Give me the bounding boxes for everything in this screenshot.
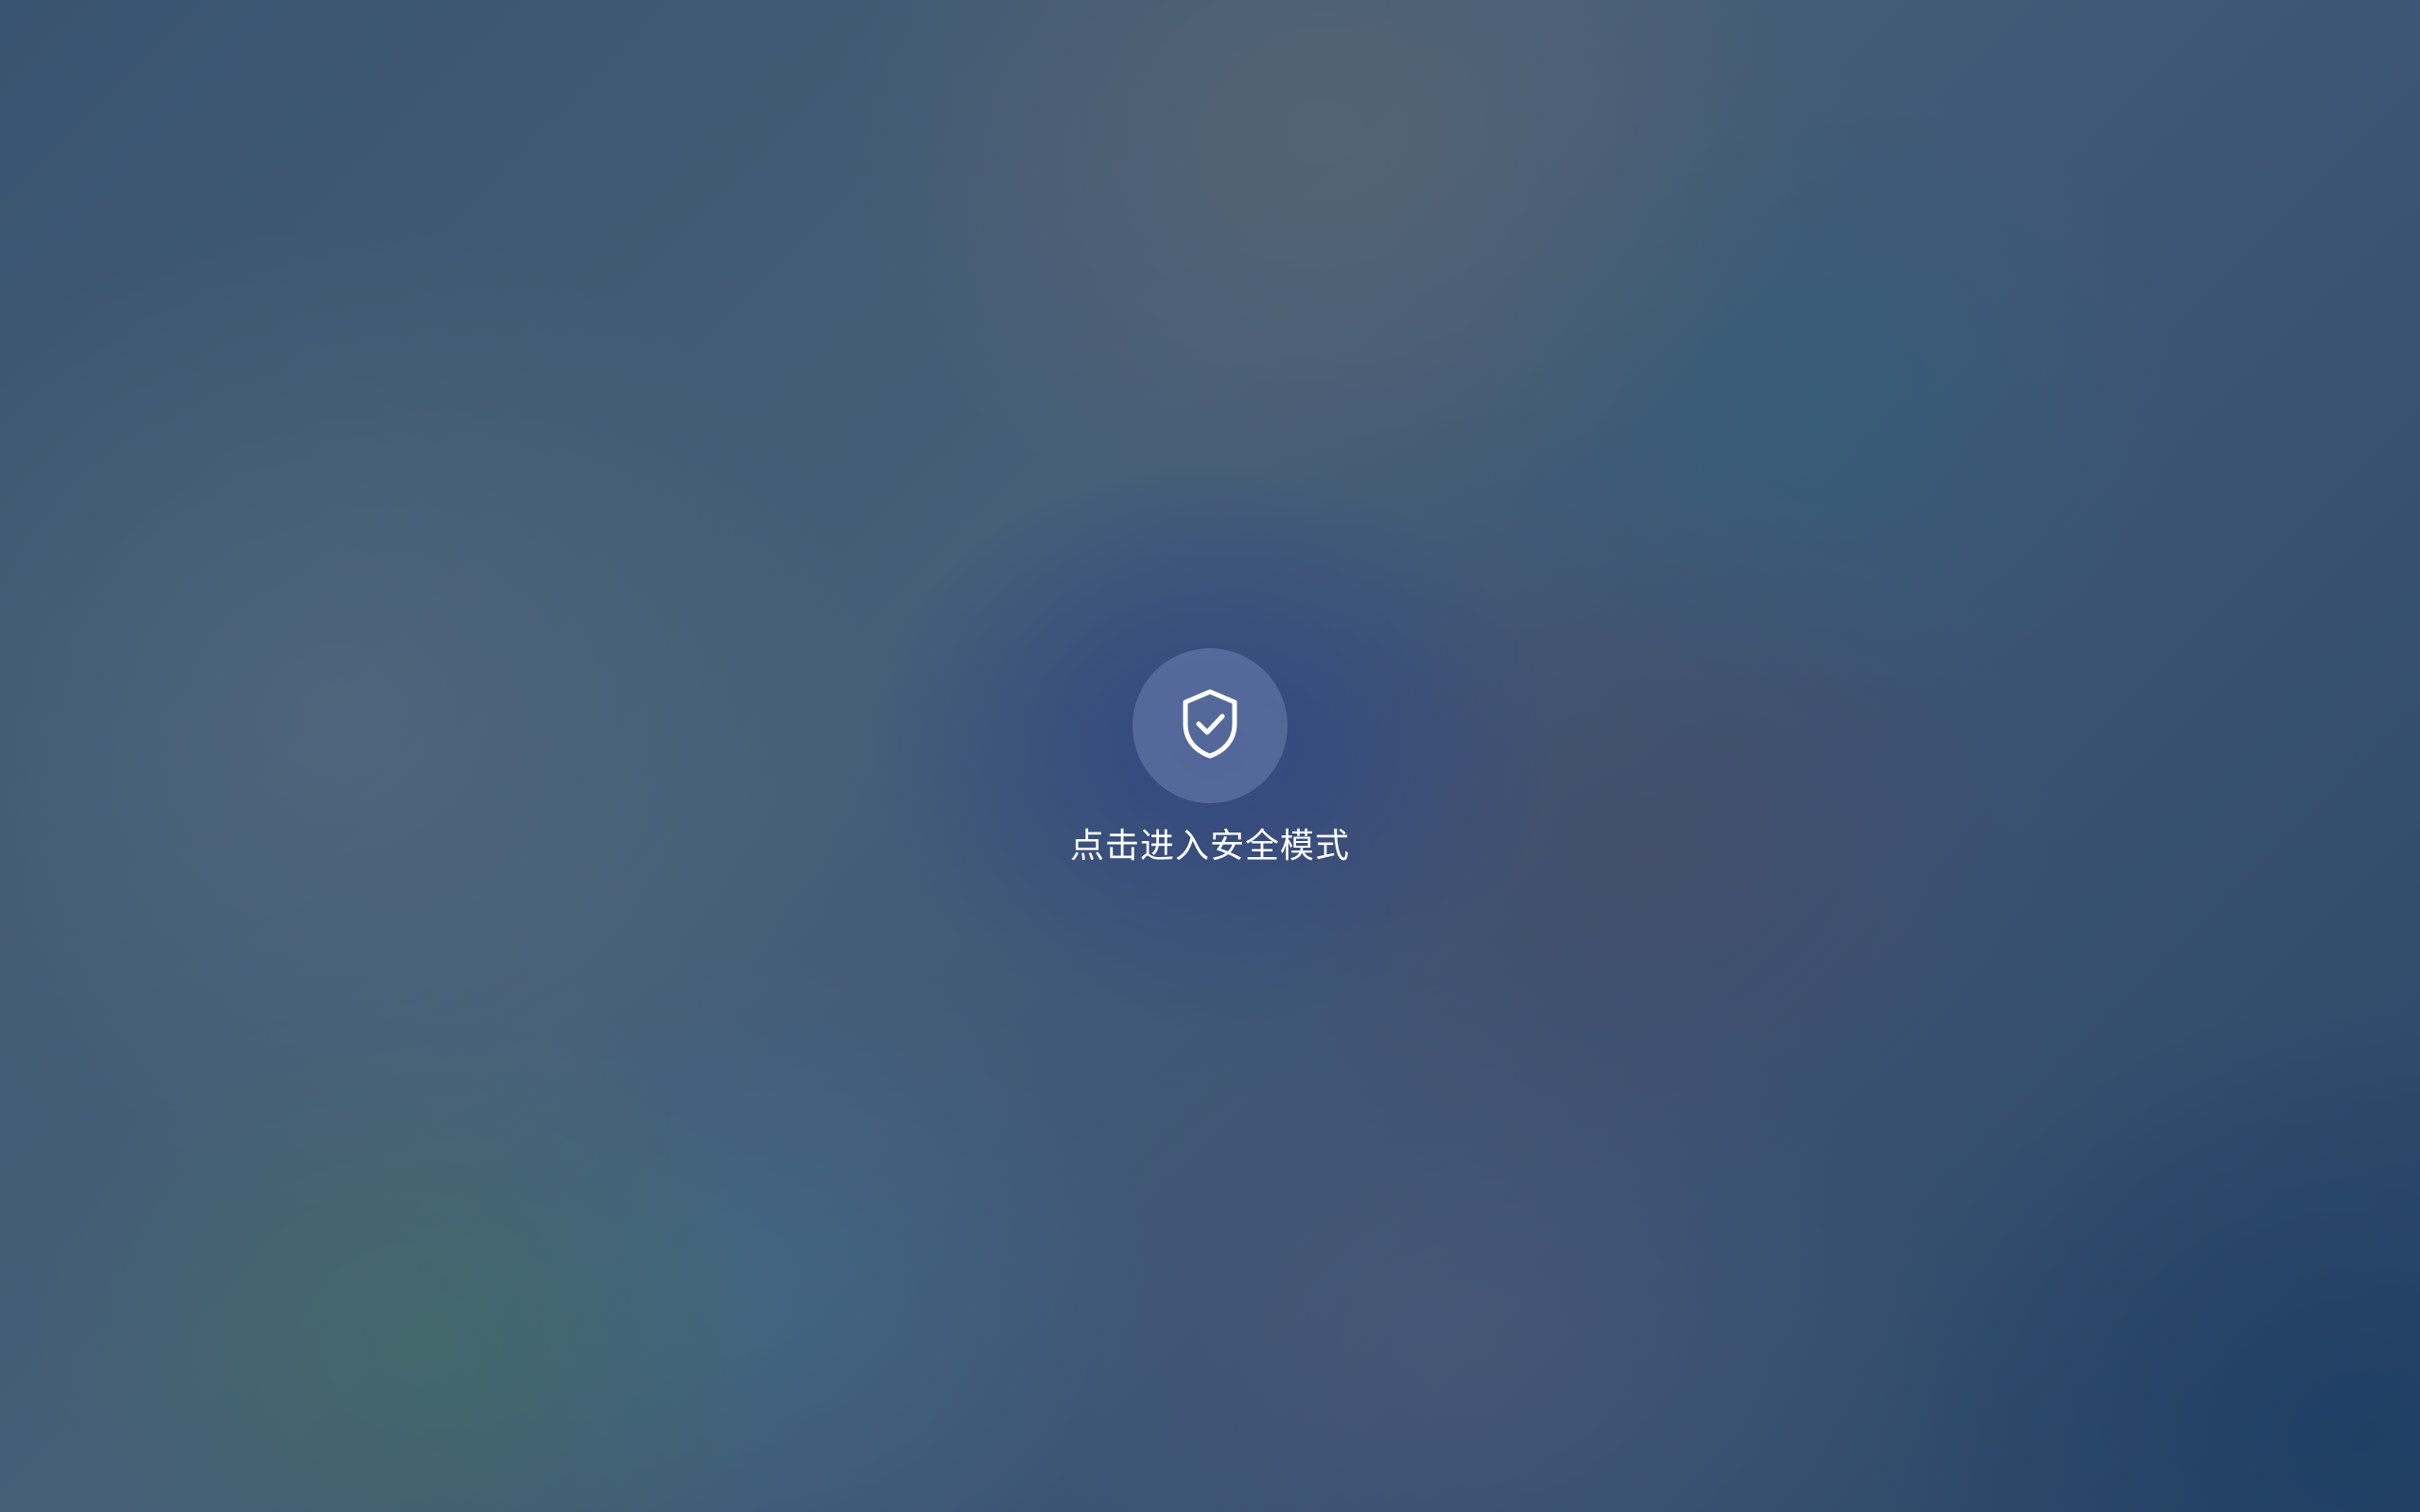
safe-mode-label[interactable]: 点击进入安全模式 bbox=[1070, 824, 1350, 869]
safe-mode-entry[interactable]: 点击进入安全模式 bbox=[0, 648, 2420, 869]
shield-check-icon bbox=[1180, 688, 1240, 764]
safe-mode-button[interactable] bbox=[1132, 648, 1288, 803]
